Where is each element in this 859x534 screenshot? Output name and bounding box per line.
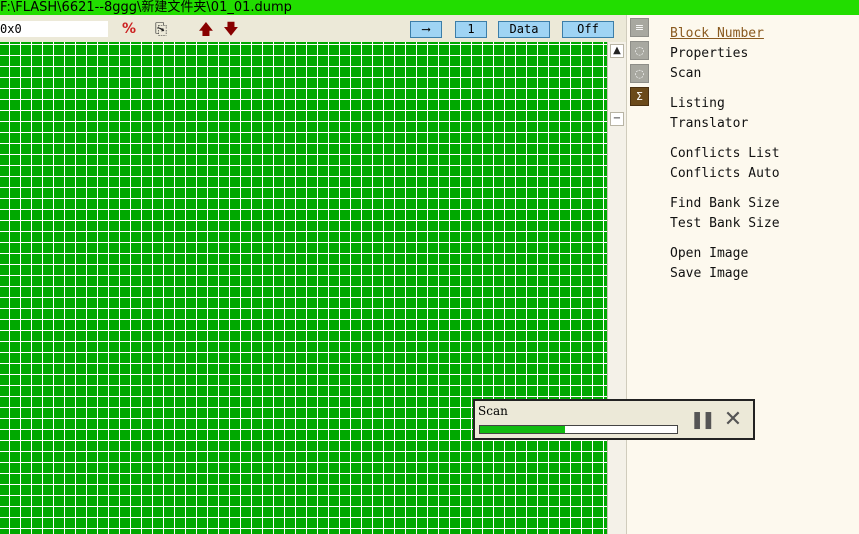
scroll-up-button[interactable]: ▲ — [610, 44, 624, 58]
direction-button[interactable]: ⟶ — [410, 21, 442, 38]
window-title: F:\FLASH\6621--8ggg\新建文件夹\01_01.dump — [0, 0, 859, 15]
menu-open-image[interactable]: Open Image — [670, 244, 780, 264]
probe-tab-icon[interactable]: ◌ — [630, 41, 649, 60]
menu-conflicts-list[interactable]: Conflicts List — [670, 144, 780, 164]
sigma-tab-icon[interactable]: Σ — [630, 87, 649, 106]
scan-progress-fill — [480, 426, 565, 433]
scan-dialog-title: Scan — [478, 404, 508, 418]
menu-scan[interactable]: Scan — [670, 64, 780, 84]
menu-listing[interactable]: Listing — [670, 94, 780, 114]
scan-dialog: Scan ❚❚ ✕ — [473, 399, 755, 440]
block-map-grid[interactable] — [0, 42, 607, 534]
copy-icon[interactable]: ⎘ — [151, 20, 171, 38]
scan-progress-bar — [479, 425, 678, 434]
toolbar: % ⎘ 🡅 🡇 ⟶ 1 Data Off — [0, 15, 626, 42]
pause-icon[interactable]: ❚❚ — [690, 408, 716, 432]
probe-tab-icon-2[interactable]: ◌ — [630, 64, 649, 83]
menu-translator[interactable]: Translator — [670, 114, 780, 134]
data-mode-button[interactable]: Data — [498, 21, 550, 38]
close-icon[interactable]: ✕ — [722, 408, 744, 432]
menu-properties[interactable]: Properties — [670, 44, 780, 64]
menu-test-bank-size[interactable]: Test Bank Size — [670, 214, 780, 234]
menu-save-image[interactable]: Save Image — [670, 264, 780, 284]
vertical-scrollbar[interactable]: ▲ − — [607, 42, 626, 534]
side-tab-strip: ≡ ◌ ◌ Σ — [626, 15, 653, 534]
address-input[interactable] — [0, 21, 108, 37]
menu-block-number[interactable]: Block Number — [670, 24, 780, 44]
menu-find-bank-size[interactable]: Find Bank Size — [670, 194, 780, 214]
step-button[interactable]: 1 — [455, 21, 487, 38]
arrow-down-icon[interactable]: 🡇 — [222, 20, 240, 38]
zoom-out-button[interactable]: − — [610, 112, 624, 126]
off-toggle-button[interactable]: Off — [562, 21, 614, 38]
arrow-up-icon[interactable]: 🡅 — [197, 20, 215, 38]
menu-conflicts-auto[interactable]: Conflicts Auto — [670, 164, 780, 184]
action-menu: Block Number Properties Scan Listing Tra… — [670, 24, 780, 284]
percent-icon[interactable]: % — [121, 20, 137, 38]
list-tab-icon[interactable]: ≡ — [630, 18, 649, 37]
